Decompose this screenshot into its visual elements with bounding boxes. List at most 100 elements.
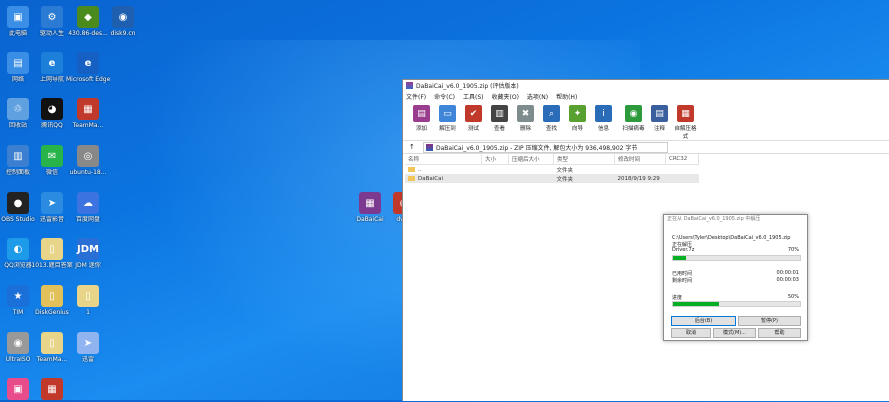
table-row[interactable]: .. 文件夹 <box>405 165 699 175</box>
toolbar-button[interactable]: ▤ 注释 <box>647 102 672 132</box>
desktop-icon[interactable]: ➤ 迅雷 <box>66 332 110 363</box>
desktop-icon-label: disk9.cn <box>110 30 136 37</box>
desktop-icon-label: 百度网盘 <box>75 216 100 223</box>
column-header[interactable]: 名称 <box>405 154 482 165</box>
desktop-icon[interactable]: JDM JDM 迷你 <box>66 238 110 269</box>
help-button[interactable]: 帮助 <box>758 328 801 338</box>
menu-item[interactable]: 文件(F) <box>406 92 426 101</box>
desktop-icon[interactable]: ▦ <box>30 378 74 402</box>
remaining-value: 00:00:03 <box>776 277 799 283</box>
toolbar-button[interactable]: i 信息 <box>591 102 616 132</box>
current-file: Driver.7z <box>672 247 695 253</box>
toolbar-label: 查找 <box>545 126 557 132</box>
cancel-button[interactable]: 取消 <box>671 328 711 338</box>
toolbar-button[interactable]: ✔ 测试 <box>461 102 486 132</box>
desktop-icon-image: e <box>77 52 99 74</box>
toolbar-icon: ◉ <box>625 105 642 122</box>
toolbar-button[interactable]: ▤ 添加 <box>409 102 434 132</box>
desktop-icon-image: ▦ <box>77 98 99 120</box>
toolbar-label: 解压到 <box>439 126 456 132</box>
toolbar-label: 信息 <box>597 126 609 132</box>
desktop-icon-label: Microsoft Edge <box>66 76 110 83</box>
dialog-title[interactable]: 正在从 DaBaiCai_v6.0_1905.zip 中解压 <box>664 215 807 224</box>
desktop-icon-image: ➤ <box>77 332 99 354</box>
table-cell <box>509 165 554 175</box>
desktop-icon[interactable]: ▯ 1 <box>66 285 110 316</box>
desktop-icon-image: ▦ <box>359 192 381 214</box>
toolbar-label: 自解压格式 <box>674 126 697 140</box>
folder-icon <box>408 166 415 172</box>
menu-item[interactable]: 命令(C) <box>434 92 455 101</box>
desktop-icon-image: ◕ <box>41 98 63 120</box>
menu-item[interactable]: 帮助(H) <box>556 92 577 101</box>
table-cell: 文件夹 <box>556 167 574 174</box>
window-titlebar[interactable]: DaBaiCai_v6.0_1905.zip (评估版本) <box>403 80 889 91</box>
desktop-icon[interactable]: ◉ disk9.cn <box>101 6 145 37</box>
toolbar-button[interactable]: ▭ 解压到 <box>435 102 460 132</box>
mode-button[interactable]: 模式(M)... <box>713 328 756 338</box>
toolbar-button[interactable]: ⌕ 查找 <box>539 102 564 132</box>
address-text: DaBaiCai_v6.0_1905.zip - ZIP 压缩文件, 解包大小为… <box>436 144 638 152</box>
file-list: 名称 大小 压缩后大小 类型 修改时间 CRC32 .. 文件夹 DaBaiCai 文件夹 201… <box>405 154 699 183</box>
desktop-icon-label: TeamMa... <box>72 122 104 129</box>
column-header[interactable]: 压缩后大小 <box>508 154 554 165</box>
desktop-icon-image: ➤ <box>41 192 63 214</box>
desktop-icon-image: JDM <box>77 238 99 260</box>
toolbar-button[interactable]: ✖ 删除 <box>513 102 538 132</box>
column-header[interactable]: 大小 <box>481 154 509 165</box>
desktop-icon-image: ◎ <box>77 145 99 167</box>
table-row[interactable]: DaBaiCai 文件夹 2018/9/19 9:29 <box>405 174 699 183</box>
desktop-icon[interactable]: ☁ 百度网盘 <box>66 192 110 223</box>
elapsed-row: 已用时间 00:00:01 <box>672 270 799 277</box>
menu-item[interactable]: 收藏夹(O) <box>492 92 519 101</box>
desktop-icon-image: ▯ <box>41 332 63 354</box>
desktop-icon-image: ▦ <box>41 378 63 400</box>
toolbar-label: 测试 <box>467 126 479 132</box>
desktop-icon-image: ☁ <box>77 192 99 214</box>
toolbar-icon: ▥ <box>491 105 508 122</box>
menubar: 文件(F) 命令(C) 工具(S) 收藏夹(O) 选项(N) 帮助(H) <box>403 91 889 102</box>
desktop-icon-image: ◆ <box>77 6 99 28</box>
pause-button[interactable]: 暂停(P) <box>738 316 801 326</box>
menu-item[interactable]: 工具(S) <box>463 92 484 101</box>
total-progress-bar <box>672 301 801 307</box>
column-header[interactable]: 类型 <box>553 154 615 165</box>
elapsed-value: 00:00:01 <box>776 270 799 276</box>
column-header[interactable]: 修改时间 <box>614 154 666 165</box>
desktop-icon[interactable]: e Microsoft Edge <box>66 52 110 83</box>
toolbar-icon: i <box>595 105 612 122</box>
table-cell: DaBaiCai <box>405 174 482 183</box>
toolbar-icon: ▭ <box>439 105 456 122</box>
desktop-icon-image: ◉ <box>112 6 134 28</box>
toolbar: ▤ 添加 ▭ 解压到 ✔ 测试 ▥ 查看 ✖ 删除 ⌕ 查找 ✦ 向导 i 信息 ◉ 扫描病毒 ▤ 注释 ▦ 自解压格式 <box>403 102 889 141</box>
table-cell <box>481 174 509 183</box>
file-progress-bar <box>672 255 801 261</box>
toolbar-button[interactable]: ◉ 扫描病毒 <box>621 102 646 132</box>
toolbar-button[interactable]: ✦ 向导 <box>565 102 590 132</box>
desktop-icon[interactable]: ◎ ubuntu-18... <box>66 145 110 176</box>
desktop-icon-image: ▯ <box>41 238 63 260</box>
table-cell: .. <box>405 165 482 175</box>
total-progress-fill <box>673 302 719 306</box>
toolbar-button[interactable]: ▦ 自解压格式 <box>673 102 698 140</box>
winrar-app-icon <box>406 82 413 89</box>
desktop-icon-label: 迅雷 <box>81 356 94 363</box>
menu-item[interactable]: 选项(N) <box>527 92 548 101</box>
desktop-icon-image: ▣ <box>7 6 29 28</box>
address-field[interactable]: DaBaiCai_v6.0_1905.zip - ZIP 压缩文件, 解包大小为… <box>423 141 668 153</box>
current-file-row: Driver.7z 70% <box>672 247 799 253</box>
folder-icon <box>408 175 415 181</box>
toolbar-icon: ✖ <box>517 105 534 122</box>
desktop-icon[interactable]: ▦ TeamMa... <box>66 98 110 129</box>
up-arrow-icon[interactable]: ↑ <box>409 143 423 151</box>
toolbar-label: 删除 <box>519 126 531 132</box>
background-button[interactable]: 后台(B) <box>671 316 736 326</box>
table-cell <box>615 165 666 175</box>
desktop-icon-image: ★ <box>7 285 29 307</box>
toolbar-icon: ✔ <box>465 105 482 122</box>
desktop-icon-label: ubuntu-18... <box>69 169 107 176</box>
toolbar-button[interactable]: ▥ 查看 <box>487 102 512 132</box>
table-cell <box>508 174 554 183</box>
column-header[interactable]: CRC32 <box>665 154 699 165</box>
desktop-icon-image: e <box>41 52 63 74</box>
